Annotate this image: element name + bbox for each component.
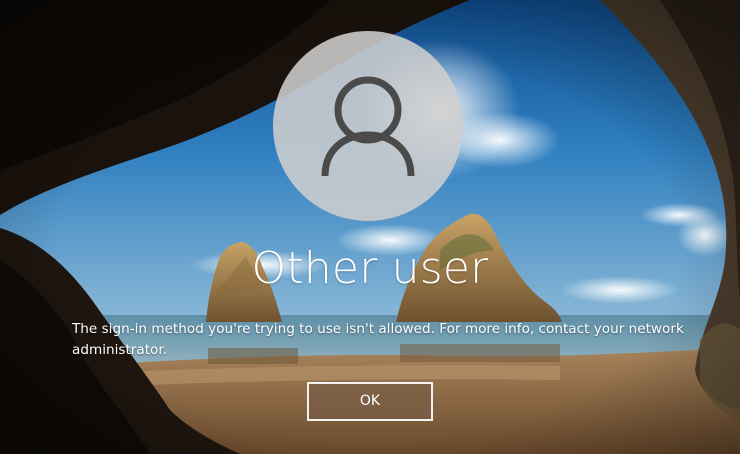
user-silhouette-icon: [321, 76, 415, 177]
ok-button[interactable]: OK: [307, 382, 433, 421]
user-avatar: [273, 31, 463, 221]
sign-in-error-message: The sign-in method you're trying to use …: [72, 321, 684, 358]
user-name-label: Other user: [251, 243, 489, 294]
